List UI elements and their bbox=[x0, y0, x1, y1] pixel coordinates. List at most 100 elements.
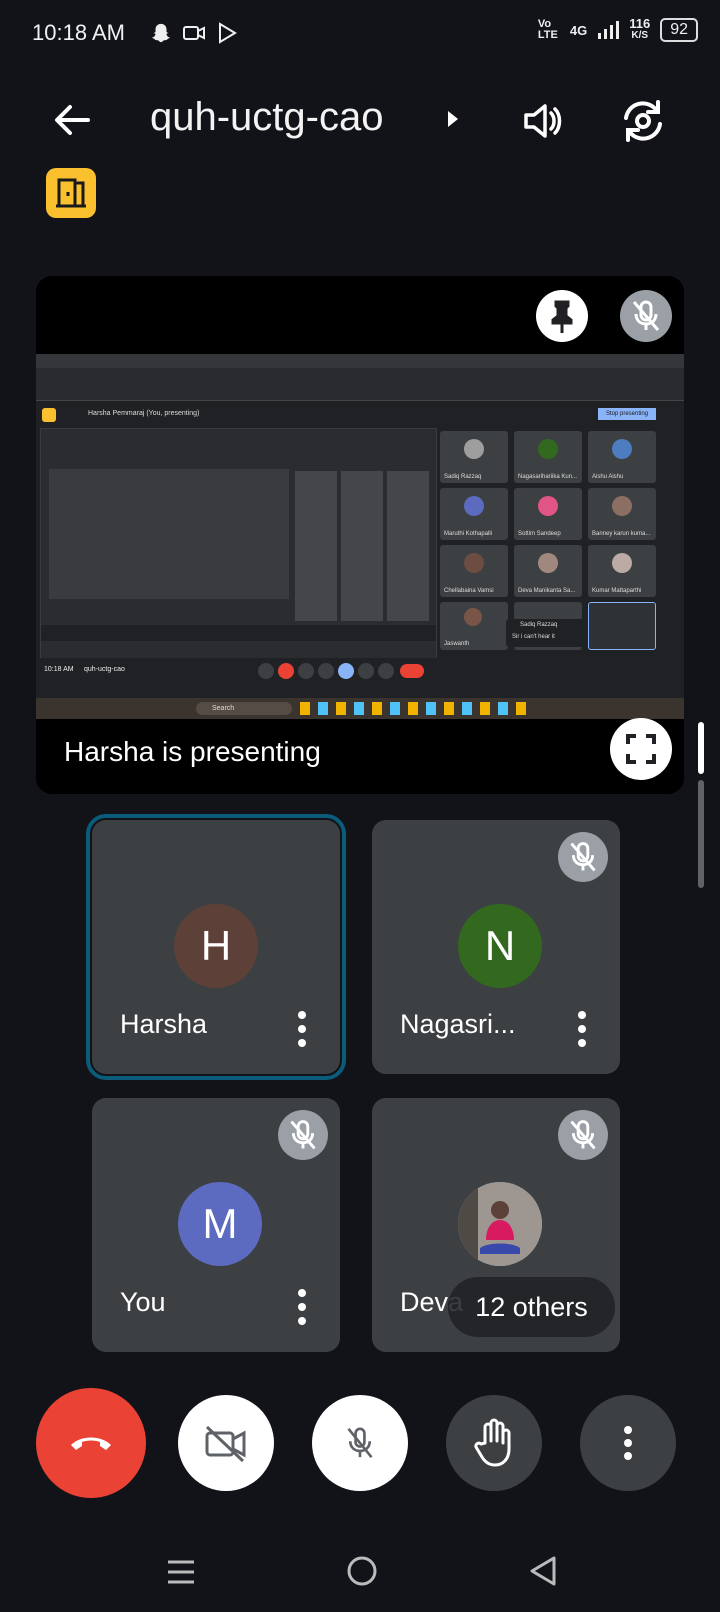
participant-tile-harsha[interactable]: H Harsha bbox=[86, 814, 346, 1080]
more-vert-icon bbox=[298, 1289, 306, 1325]
raise-hand-icon bbox=[474, 1418, 511, 1467]
inner-tile-name: Banney karun kuma... bbox=[592, 531, 651, 537]
presenting-label: Harsha is presenting bbox=[64, 736, 321, 767]
others-count-chip[interactable]: 12 others bbox=[448, 1277, 615, 1337]
fullscreen-button[interactable] bbox=[610, 718, 672, 780]
participant-name: Nagasri... bbox=[400, 1009, 516, 1039]
inner-tile-name: Aishu Aishu bbox=[592, 474, 624, 480]
inner-ctrl bbox=[338, 663, 354, 679]
back-arrow-icon bbox=[55, 105, 90, 135]
audio-output-button[interactable] bbox=[520, 98, 566, 144]
inner-ctrl bbox=[298, 663, 314, 679]
participant-more-button[interactable] bbox=[294, 1288, 310, 1326]
avatar: M bbox=[178, 1182, 262, 1266]
inner-tile-name: Jaswanth bbox=[444, 641, 470, 647]
pin-icon bbox=[551, 300, 573, 333]
participant-name: You bbox=[120, 1287, 166, 1317]
inner-tile: Sottim Sandeep bbox=[514, 488, 582, 540]
inner-ctrl bbox=[278, 663, 294, 679]
participant-tile-nagasri[interactable]: N Nagasri... bbox=[372, 820, 620, 1074]
play-store-icon bbox=[219, 22, 237, 44]
menu-icon bbox=[168, 1560, 194, 1584]
speed-value: 116 bbox=[629, 16, 651, 31]
participant-more-button[interactable] bbox=[294, 1010, 310, 1048]
snapchat-icon bbox=[151, 23, 171, 43]
participant-mute-indicator bbox=[558, 1110, 608, 1160]
more-vert-icon bbox=[578, 1011, 586, 1047]
inner-tile-name: Deva Manikanta Sa... bbox=[518, 588, 576, 594]
inner-tile: Nagasarihariika Kun... bbox=[514, 431, 582, 483]
inner-tile-name: Maruthi Kothapalli bbox=[444, 531, 493, 537]
door-icon bbox=[56, 178, 86, 208]
more-options-button[interactable] bbox=[580, 1395, 676, 1491]
status-time: 10:18 AM bbox=[32, 20, 125, 45]
inner-tile: Banney karun kuma... bbox=[588, 488, 656, 540]
meeting-code[interactable]: quh-uctg-cao bbox=[150, 95, 383, 140]
inner-ctrl bbox=[318, 663, 334, 679]
microphone-toggle-button[interactable] bbox=[312, 1395, 408, 1491]
raise-hand-button[interactable] bbox=[446, 1395, 542, 1491]
shared-screen-content: Harsha Pemmaraj (You, presenting) Stop p… bbox=[36, 354, 684, 719]
more-vert-icon bbox=[624, 1426, 632, 1460]
inner-tile: Sadiq Razzaq bbox=[440, 431, 508, 483]
participant-mute-indicator bbox=[558, 832, 608, 882]
participant-mute-indicator bbox=[278, 1110, 328, 1160]
speed-unit: K/S bbox=[631, 30, 649, 41]
participant-tile-you[interactable]: M You bbox=[92, 1098, 340, 1352]
inner-stop-presenting: Stop presenting bbox=[598, 408, 656, 420]
inner-tile: Jaswanth bbox=[440, 602, 508, 650]
data-speed: 116 K/S bbox=[629, 16, 651, 42]
mic-off-icon bbox=[570, 842, 596, 872]
status-system-icons: Vo LTE 4G 116 K/S 92 bbox=[537, 16, 698, 42]
mic-off-icon bbox=[347, 1427, 373, 1458]
inner-time: 10:18 AM bbox=[44, 666, 74, 673]
video-camera-icon bbox=[183, 26, 205, 40]
chevron-right-icon bbox=[448, 111, 458, 127]
avatar: H bbox=[174, 904, 258, 988]
nav-recents-button[interactable] bbox=[166, 1558, 196, 1591]
inner-tile: Maruthi Kothapalli bbox=[440, 488, 508, 540]
end-call-button[interactable] bbox=[36, 1388, 146, 1498]
inner-ctrl bbox=[378, 663, 394, 679]
inner-ctrl bbox=[258, 663, 274, 679]
meeting-room-badge[interactable] bbox=[46, 168, 96, 218]
back-button[interactable] bbox=[50, 98, 94, 142]
scrollbar-thumb[interactable] bbox=[698, 722, 704, 774]
pin-button[interactable] bbox=[536, 290, 588, 342]
scrollbar-track[interactable] bbox=[698, 780, 704, 888]
avatar: N bbox=[458, 904, 542, 988]
inner-door-badge bbox=[42, 408, 56, 422]
more-vert-icon bbox=[298, 1011, 306, 1047]
fullscreen-icon bbox=[626, 734, 656, 764]
inner-tile-name: Chellabaina Vamsi bbox=[444, 588, 494, 594]
avatar-photo bbox=[458, 1182, 542, 1266]
nested-grid bbox=[295, 471, 430, 621]
meeting-details-chevron[interactable] bbox=[446, 110, 460, 133]
nested-inner-screen bbox=[49, 469, 289, 599]
browser-tab-bar bbox=[36, 354, 684, 368]
inner-participant-grid: Sadiq Razzaq Nagasarihariika Kun... Aish… bbox=[440, 431, 660, 651]
browser-address-bar bbox=[36, 368, 684, 386]
inner-self-tile bbox=[588, 602, 656, 650]
network-type: Vo LTE bbox=[537, 18, 558, 41]
back-triangle-icon bbox=[530, 1556, 556, 1586]
presentation-tile[interactable]: Harsha Pemmaraj (You, presenting) Stop p… bbox=[36, 276, 684, 794]
camera-toggle-button[interactable] bbox=[178, 1395, 274, 1491]
video-off-icon bbox=[205, 1425, 246, 1463]
inner-tile: Kumar Mattaparthi bbox=[588, 545, 656, 597]
inner-tile: Deva Manikanta Sa... bbox=[514, 545, 582, 597]
participant-more-button[interactable] bbox=[574, 1010, 590, 1048]
battery-level: 92 bbox=[660, 18, 698, 42]
presenter-mute-indicator bbox=[620, 290, 672, 342]
taskbar-search: Search bbox=[196, 702, 292, 715]
switch-camera-button[interactable] bbox=[618, 96, 668, 146]
status-notification-icons bbox=[150, 22, 238, 44]
nested-screen bbox=[40, 428, 437, 660]
nav-back-button[interactable] bbox=[528, 1555, 558, 1592]
nav-home-button[interactable] bbox=[346, 1555, 378, 1592]
browser-bookmarks-bar bbox=[36, 386, 684, 401]
mic-off-icon bbox=[632, 300, 660, 331]
signal-bars-icon bbox=[598, 21, 620, 39]
inner-chat-name: Sadiq Razzaq bbox=[520, 622, 558, 628]
inner-tile-name: Sottim Sandeep bbox=[518, 531, 561, 537]
